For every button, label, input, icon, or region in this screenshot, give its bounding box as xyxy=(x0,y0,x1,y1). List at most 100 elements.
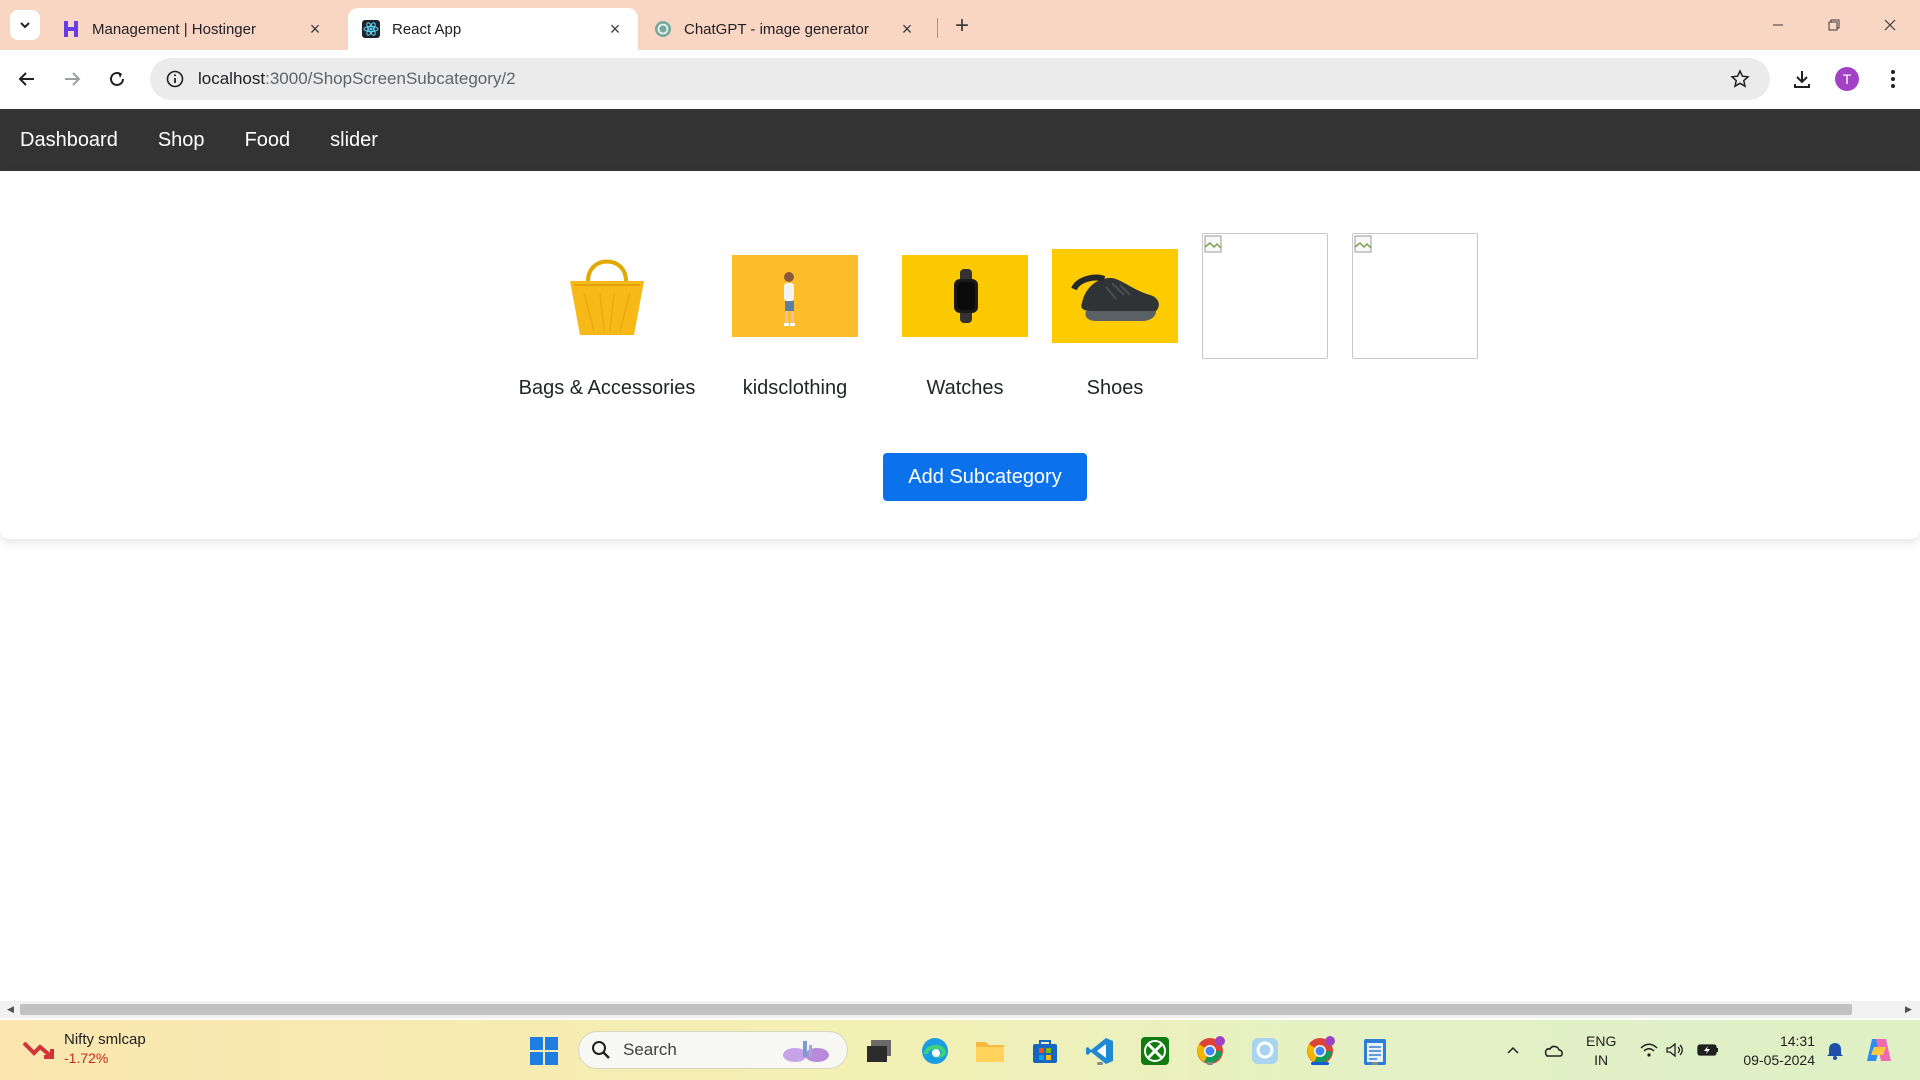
subcategory-label: Bags & Accessories xyxy=(518,377,696,399)
nav-link-shop[interactable]: Shop xyxy=(158,129,205,152)
wifi-icon xyxy=(1640,1043,1658,1057)
bell-icon xyxy=(1827,1043,1843,1060)
minimize-button[interactable] xyxy=(1750,0,1806,50)
scroll-right-icon[interactable]: ▶ xyxy=(1900,1001,1917,1018)
tab-hostinger[interactable]: Management | Hostinger × xyxy=(48,8,338,50)
file-explorer-app[interactable] xyxy=(973,1034,1007,1068)
running-indicator xyxy=(1311,1062,1329,1065)
minimize-icon xyxy=(1773,24,1783,26)
vscode-app[interactable] xyxy=(1083,1034,1117,1068)
subcategory-image xyxy=(732,233,858,359)
store-app[interactable] xyxy=(1028,1034,1062,1068)
tab-react-app[interactable]: React App × xyxy=(348,8,638,50)
volume-tray[interactable] xyxy=(1662,1020,1688,1080)
running-indicator xyxy=(1097,1062,1103,1065)
subcategory-item-kidsclothing[interactable]: kidsclothing xyxy=(700,233,890,400)
url-path: :3000/ShopScreenSubcategory/2 xyxy=(265,69,516,88)
subcategory-item-broken[interactable] xyxy=(1340,233,1490,377)
subcategory-grid: Bags & Accessories kidsclothing Watches … xyxy=(514,233,1490,400)
restore-icon xyxy=(1828,19,1840,31)
folder-icon xyxy=(976,1042,1004,1062)
nav-link-food[interactable]: Food xyxy=(245,129,291,152)
nav-link-slider[interactable]: slider xyxy=(330,129,378,152)
nav-link-dashboard[interactable]: Dashboard xyxy=(20,129,118,152)
language-indicator[interactable]: ENG IN xyxy=(1586,1032,1616,1070)
notepad-app[interactable] xyxy=(1358,1034,1392,1068)
copilot-button[interactable] xyxy=(1862,1020,1896,1080)
browser-tab-strip: Management | Hostinger × React App × Cha… xyxy=(0,0,1920,50)
taskbar-clock[interactable]: 14:31 09-05-2024 xyxy=(1735,1032,1815,1070)
taskbar-search[interactable]: Search xyxy=(578,1031,848,1069)
photos-app[interactable] xyxy=(1248,1034,1282,1068)
add-subcategory-button[interactable]: Add Subcategory xyxy=(883,453,1087,501)
battery-tray[interactable] xyxy=(1694,1020,1722,1080)
broken-image-icon xyxy=(1204,235,1222,253)
browser-menu-button[interactable] xyxy=(1876,62,1910,96)
task-view-icon xyxy=(867,1040,891,1062)
windows-taskbar: Nifty smlcap -1.72% Search ENG IN 14:31 … xyxy=(0,1020,1920,1080)
kebab-menu-icon xyxy=(1891,70,1895,88)
close-window-button[interactable] xyxy=(1862,0,1918,50)
subcategory-card: Bags & Accessories kidsclothing Watches … xyxy=(0,171,1920,539)
show-hidden-icons-button[interactable] xyxy=(1500,1020,1526,1080)
search-icon xyxy=(592,1041,610,1059)
close-icon[interactable]: × xyxy=(306,19,324,39)
wifi-tray[interactable] xyxy=(1636,1020,1662,1080)
reload-button[interactable] xyxy=(100,62,134,96)
back-button[interactable] xyxy=(10,62,44,96)
windows-logo-icon xyxy=(530,1037,558,1065)
subcategory-item-broken[interactable] xyxy=(1190,233,1340,377)
back-arrow-icon xyxy=(18,72,34,86)
clock-time: 14:31 xyxy=(1779,1033,1815,1049)
tab-title: Management | Hostinger xyxy=(92,20,256,38)
tab-separator xyxy=(937,18,938,38)
clock-date: 09-05-2024 xyxy=(1743,1052,1815,1068)
widget-name: Nifty smlcap xyxy=(64,1031,146,1048)
region-code: IN xyxy=(1594,1052,1609,1068)
task-view-button[interactable] xyxy=(862,1034,896,1068)
tab-search-button[interactable] xyxy=(10,10,40,40)
horizontal-scrollbar[interactable]: ◀ ▶ xyxy=(0,1001,1920,1018)
broken-image-placeholder xyxy=(1352,233,1478,359)
forward-button[interactable] xyxy=(55,62,89,96)
subcategory-item-bags[interactable]: Bags & Accessories xyxy=(514,233,700,400)
chrome-active-app[interactable] xyxy=(1303,1034,1337,1068)
subcategory-image xyxy=(1052,233,1178,359)
close-icon xyxy=(1884,19,1896,31)
reload-icon xyxy=(110,71,124,86)
stock-down-icon xyxy=(22,1041,54,1059)
language-code: ENG xyxy=(1586,1033,1617,1049)
site-info-icon[interactable] xyxy=(154,58,196,100)
subcategory-image xyxy=(544,233,670,359)
start-button[interactable] xyxy=(527,1034,561,1068)
restore-button[interactable] xyxy=(1806,0,1862,50)
url-text[interactable]: localhost:3000/ShopScreenSubcategory/2 xyxy=(198,69,1720,89)
chevron-down-icon xyxy=(20,22,30,29)
close-icon[interactable]: × xyxy=(898,19,916,39)
subcategory-item-shoes[interactable]: Shoes xyxy=(1040,233,1190,400)
battery-charging-icon xyxy=(1697,1044,1718,1056)
address-bar[interactable]: localhost:3000/ShopScreenSubcategory/2 xyxy=(150,58,1770,100)
chrome-profile-app[interactable] xyxy=(1193,1034,1227,1068)
cloud-sync-icon xyxy=(1544,1045,1563,1057)
hostinger-icon xyxy=(62,20,80,38)
market-widget[interactable]: Nifty smlcap -1.72% xyxy=(22,1030,146,1068)
bookmark-star-icon[interactable] xyxy=(1720,59,1760,99)
profile-avatar[interactable]: T xyxy=(1835,67,1859,91)
volume-icon xyxy=(1666,1042,1683,1058)
subcategory-image xyxy=(902,233,1028,359)
download-button[interactable] xyxy=(1785,62,1819,96)
onedrive-tray[interactable] xyxy=(1538,1020,1568,1080)
scroll-left-icon[interactable]: ◀ xyxy=(2,1001,19,1018)
edge-app[interactable] xyxy=(918,1034,952,1068)
close-icon[interactable]: × xyxy=(606,19,624,39)
new-tab-button[interactable]: + xyxy=(948,12,976,40)
search-highlight-icon xyxy=(783,1041,829,1062)
widget-change: -1.72% xyxy=(64,1050,109,1066)
subcategory-item-watches[interactable]: Watches xyxy=(890,233,1040,400)
scrollbar-thumb[interactable] xyxy=(20,1004,1852,1015)
notifications-button[interactable] xyxy=(1822,1020,1848,1080)
tab-chatgpt[interactable]: ChatGPT - image generator × xyxy=(640,8,930,50)
xbox-app[interactable] xyxy=(1138,1034,1172,1068)
download-icon xyxy=(1794,71,1810,88)
